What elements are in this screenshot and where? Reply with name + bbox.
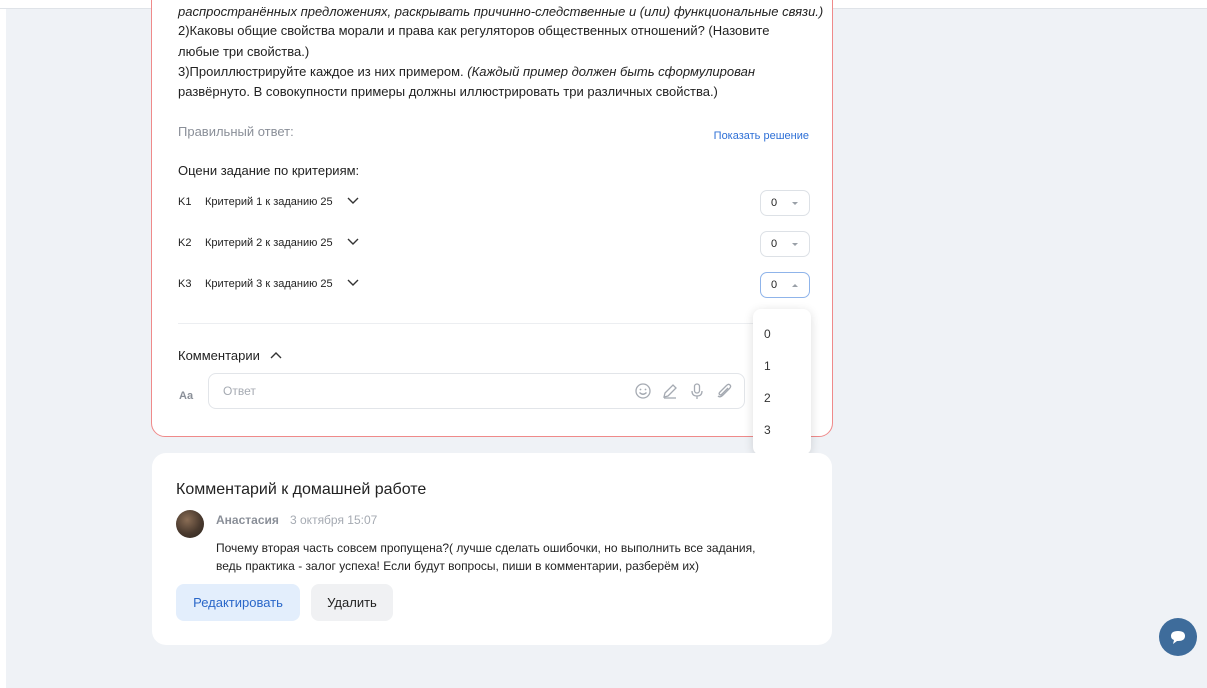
question-text-cut: распространённых предложениях, раскрыват… [178,4,824,19]
score-select-k1[interactable]: 0 [760,190,810,216]
chevron-up-icon[interactable] [269,348,283,362]
emoji-icon[interactable] [634,382,652,400]
comment-text-line-2: ведь практика - залог успеха! Если будут… [216,559,700,573]
divider [178,323,810,324]
question-3-prefix: 3)Проиллюстрируйте каждое из них примеро… [178,64,468,79]
reply-input[interactable] [223,382,603,400]
caret-down-icon [792,243,798,246]
edit-button[interactable]: Редактировать [176,584,300,621]
question-3-line-2: развёрнуто. В совокупности примеры должн… [178,84,718,99]
criterion-row-k1: K1 Критерий 1 к заданию 25 0 [178,190,810,218]
criteria-title: Оцени задание по критериям: [178,163,360,178]
paperclip-icon[interactable] [715,382,733,400]
pencil-icon[interactable] [661,382,679,400]
task-card: распространённых предложениях, раскрыват… [151,0,833,437]
score-select-k2[interactable]: 0 [760,231,810,257]
caret-up-icon [792,284,798,287]
score-value: 0 [771,238,778,250]
comments-toggle[interactable]: Комментарии [178,348,260,363]
caret-down-icon [792,202,798,205]
score-dropdown-menu: 0 1 2 3 [753,309,811,455]
criterion-code: K1 [178,196,192,208]
score-select-k3[interactable]: 0 [760,272,810,298]
homework-comment-card: Комментарий к домашней работе Анастасия … [152,453,832,645]
criterion-name[interactable]: Критерий 2 к заданию 25 [205,237,333,249]
score-value: 0 [771,197,778,209]
question-2-line-1: 2)Каковы общие свойства морали и права к… [178,23,770,38]
chevron-down-icon[interactable] [346,275,360,289]
dropdown-option-3[interactable]: 3 [764,423,771,437]
correct-answer-label: Правильный ответ: [178,124,294,139]
question-3-line-1: 3)Проиллюстрируйте каждое из них примеро… [178,61,755,82]
chat-button[interactable] [1159,618,1197,656]
reply-box [208,373,745,409]
criterion-code: K3 [178,278,192,290]
comment-text: Почему вторая часть совсем пропущена?( л… [216,539,755,575]
dropdown-option-2[interactable]: 2 [764,391,771,405]
comment-author: Анастасия [216,513,279,527]
chevron-down-icon[interactable] [346,193,360,207]
score-value: 0 [771,279,778,291]
dropdown-option-0[interactable]: 0 [764,327,771,341]
question-3-italic: (Каждый пример должен быть сформулирован [467,64,756,79]
text-format-icon[interactable]: Aa [179,390,193,402]
dropdown-option-1[interactable]: 1 [764,359,771,373]
show-solution-link[interactable]: Показать решение [714,130,809,142]
chevron-down-icon[interactable] [346,234,360,248]
comment-date: 3 октября 15:07 [290,513,378,527]
microphone-icon[interactable] [688,382,706,400]
homework-comment-title: Комментарий к домашней работе [176,481,427,498]
criterion-name[interactable]: Критерий 3 к заданию 25 [205,278,333,290]
criterion-name[interactable]: Критерий 1 к заданию 25 [205,196,333,208]
delete-button[interactable]: Удалить [311,584,393,621]
chat-icon [1171,631,1185,644]
criterion-row-k3: K3 Критерий 3 к заданию 25 0 [178,272,810,300]
comment-text-line-1: Почему вторая часть совсем пропущена?( л… [216,541,756,555]
avatar [176,510,204,538]
question-2-line-2: любые три свойства.) [178,44,310,59]
criterion-code: K2 [178,237,192,249]
criterion-row-k2: K2 Критерий 2 к заданию 25 0 [178,231,810,259]
